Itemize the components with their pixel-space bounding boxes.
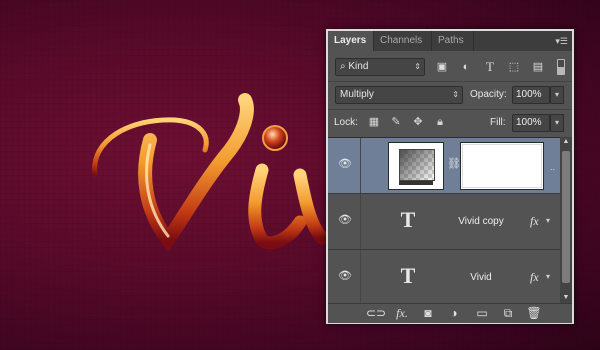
layer-list: 👁︎ ⛓ .. 👁︎ T Vivid copy fx ▾ 👁︎ T Vivid … (328, 137, 560, 304)
delete-layer-icon[interactable]: 🗑︎ (526, 306, 542, 321)
divider (360, 138, 361, 193)
lock-row: Lock: ▦ ✎ ✥ 🔒︎ Fill: 100% ▾ (328, 109, 572, 136)
fill-label: Fill: (490, 117, 506, 128)
filter-toggle[interactable] (557, 59, 565, 75)
blend-row: Multiply ⇕ Opacity: 100% ▾ (328, 81, 572, 108)
panel-tab-bar: Layers Channels Paths ▾☰ (328, 31, 572, 51)
scroll-up-icon[interactable]: ▲ (560, 137, 572, 147)
eye-visibility-icon[interactable]: 👁︎ (338, 270, 352, 282)
add-layer-style-icon[interactable]: fx. (394, 306, 410, 321)
new-group-icon[interactable]: ▭ (474, 306, 490, 321)
layer-name[interactable]: Vivid copy (436, 216, 526, 227)
expand-effects-icon[interactable]: ▾ (546, 272, 550, 281)
letter-i-stem (248, 163, 307, 250)
gradient-bar (399, 181, 433, 185)
lock-all-icon[interactable]: 🔒︎ (434, 116, 446, 128)
expand-effects-icon[interactable]: ▾ (546, 216, 550, 225)
link-layers-icon[interactable]: ⊂⊃ (366, 306, 386, 321)
divider (360, 250, 361, 304)
fx-badge-icon[interactable]: fx (530, 214, 539, 229)
layer-mask-thumbnail[interactable] (460, 142, 544, 190)
text-layer-icon: T (400, 207, 416, 232)
add-mask-icon[interactable]: ◙ (420, 306, 436, 321)
layer-row-vivid[interactable]: 👁︎ T Vivid fx ▾ (328, 250, 560, 304)
smart-object-filter-icon[interactable]: ▤ (532, 61, 544, 73)
scroll-thumb[interactable] (562, 151, 570, 283)
tab-layers[interactable]: Layers (328, 31, 374, 51)
filter-kind-label: Kind (348, 61, 369, 72)
letter-i-dot (262, 125, 288, 151)
eye-visibility-icon[interactable]: 👁︎ (338, 158, 352, 170)
opacity-label: Opacity: (470, 89, 507, 100)
lock-label: Lock: (334, 117, 358, 128)
panel-menu-icon[interactable]: ▾☰ (554, 35, 568, 47)
chain-link-icon[interactable]: ⛓ (447, 156, 461, 172)
more-dots-icon: .. (550, 162, 556, 172)
divider (360, 194, 361, 249)
layers-panel: Layers Channels Paths ▾☰ ⌕ Kind ⇕ ▣ ◐ T … (326, 29, 574, 324)
fill-input[interactable]: 100% (512, 114, 550, 132)
image-filter-icon[interactable]: ▣ (436, 61, 448, 73)
type-filter-icon[interactable]: T (484, 60, 496, 73)
gradient-preview (399, 149, 435, 181)
lock-position-move-icon[interactable]: ✥ (412, 116, 424, 128)
fx-badge-icon[interactable]: fx (530, 270, 539, 285)
blend-mode-select[interactable]: Multiply ⇕ (335, 86, 463, 104)
stepper-arrows-icon: ⇕ (414, 62, 421, 71)
lock-pixels-brush-icon[interactable]: ✎ (390, 116, 402, 128)
new-layer-icon[interactable]: ⧉ (500, 306, 516, 321)
opacity-dropdown[interactable]: ▾ (550, 86, 564, 104)
eye-visibility-icon[interactable]: 👁︎ (338, 214, 352, 226)
new-fill-adjustment-icon[interactable]: ◑ (446, 306, 462, 321)
layer-row-vivid-copy[interactable]: 👁︎ T Vivid copy fx ▾ (328, 194, 560, 250)
tab-paths[interactable]: Paths (432, 31, 474, 51)
text-layer-icon: T (400, 263, 416, 288)
panel-bottom-toolbar: ⊂⊃ fx. ◙ ◑ ▭ ⧉ 🗑︎ (328, 303, 572, 323)
tab-channels[interactable]: Channels (374, 31, 432, 51)
scroll-down-icon[interactable]: ▼ (560, 293, 572, 303)
shape-filter-icon[interactable]: ⬚ (508, 61, 520, 73)
layer-row-gradient-map[interactable]: 👁︎ ⛓ .. (328, 138, 560, 194)
adjustment-filter-icon[interactable]: ◐ (460, 61, 472, 73)
adjustment-layer-thumbnail[interactable] (388, 142, 444, 190)
layer-list-scrollbar[interactable]: ▲ ▼ (560, 137, 572, 303)
blend-mode-value: Multiply (340, 89, 374, 100)
filter-kind-select[interactable]: ⌕ Kind ⇕ (335, 58, 425, 76)
lock-transparency-icon[interactable]: ▦ (368, 116, 380, 128)
fill-dropdown[interactable]: ▾ (550, 114, 564, 132)
opacity-input[interactable]: 100% (512, 86, 550, 104)
filter-row: ⌕ Kind ⇕ ▣ ◐ T ⬚ ▤ (328, 53, 572, 81)
layer-name[interactable]: Vivid (436, 272, 526, 283)
stepper-arrows-icon: ⇕ (452, 90, 459, 99)
